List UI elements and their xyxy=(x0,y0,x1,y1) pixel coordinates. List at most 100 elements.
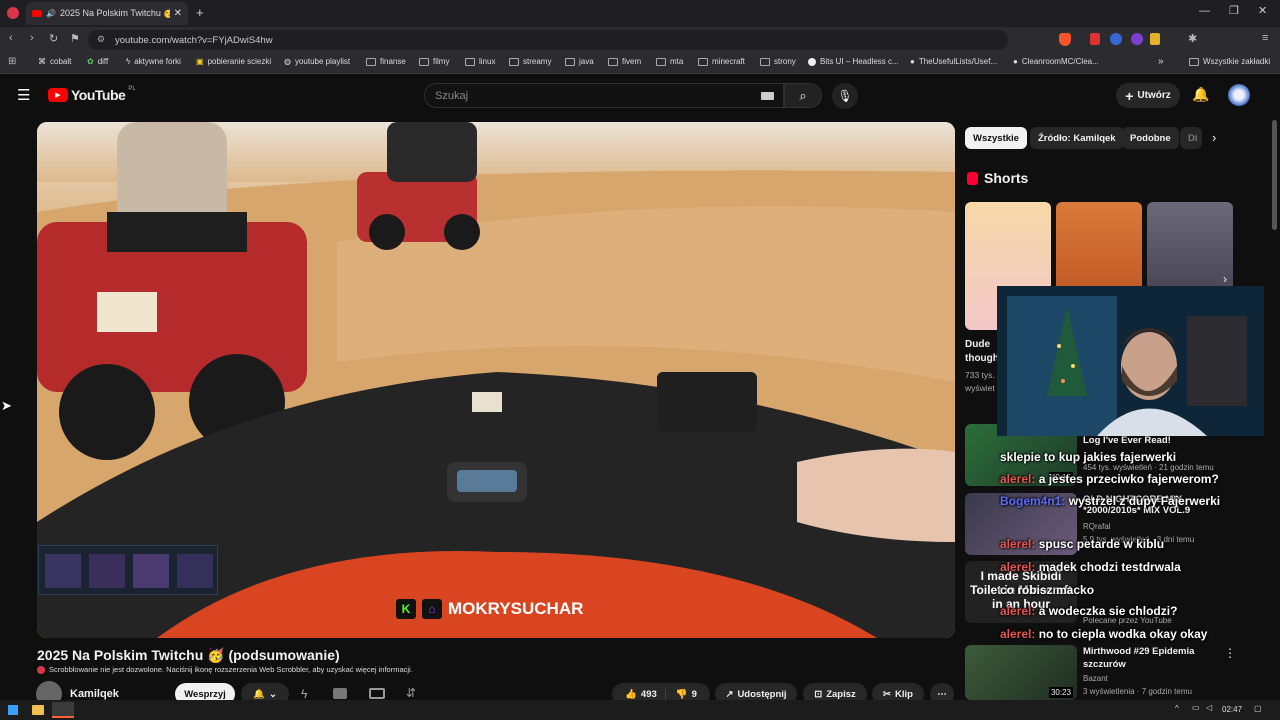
video-title-item[interactable]: Log I've Ever Read! xyxy=(1083,435,1223,446)
extensions-puzzle-icon[interactable]: ✱ xyxy=(1188,32,1197,45)
folder-icon xyxy=(509,57,519,66)
search-input[interactable]: Szukaj xyxy=(424,83,784,108)
address-bar[interactable]: ⚙ youtube.com/watch?v=FYjADwiS4hw xyxy=(88,30,1008,50)
bookmark-folder-mta[interactable]: mta xyxy=(656,57,683,66)
bookmark-folder-fivem[interactable]: fivem xyxy=(608,57,641,66)
bookmark-cleanroommc[interactable]: ● CleanroomMC/Clea... xyxy=(1013,57,1099,66)
extension-red-icon[interactable] xyxy=(1090,33,1100,45)
brave-shield-icon[interactable] xyxy=(1059,33,1071,46)
bookmark-folder-strony[interactable]: strony xyxy=(760,57,796,66)
chat-message: alerel: madek chodzi testdrwala xyxy=(1000,560,1181,574)
network-icon[interactable]: ▭ xyxy=(1192,703,1200,712)
audio-icon[interactable]: 🔊 xyxy=(46,9,56,18)
browser-taskbar-icon[interactable] xyxy=(52,702,74,718)
chat-message: alerel: a wodeczka sie chlodzi? xyxy=(1000,604,1178,618)
channel-name[interactable]: Kamilqek xyxy=(70,688,119,700)
back-icon[interactable]: ‹ xyxy=(9,32,13,44)
volume-icon[interactable]: ◁ xyxy=(1206,703,1212,712)
bookmarks-bar: ⊞ ⌘ cobalt ✿ diff ϟ aktywne forki ▣ pobieran… xyxy=(0,53,1280,74)
chip-related[interactable]: Podobne xyxy=(1122,127,1179,149)
bookmark-folder-linux[interactable]: linux xyxy=(465,57,495,66)
bookmark-icon[interactable]: ⚑ xyxy=(70,32,80,45)
bookmark-all-bookmarks[interactable]: Wszystkie zakładki xyxy=(1189,57,1270,66)
apps-grid-icon[interactable]: ⊞ xyxy=(8,56,16,67)
search-button[interactable]: ⌕ xyxy=(784,83,822,108)
bookmark-aktywne-forki[interactable]: ϟ aktywne forki xyxy=(126,57,181,66)
video-title: 2025 Na Polskim Twitchu 🥳 (podsumowanie) xyxy=(37,647,340,663)
forward-icon[interactable]: › xyxy=(30,32,34,44)
keyboard-icon[interactable] xyxy=(761,92,774,100)
create-button[interactable]: + Utwórz xyxy=(1116,83,1180,108)
tray-chevron-icon[interactable]: ^ xyxy=(1175,704,1179,713)
video-thumbnail[interactable]: 30:23 xyxy=(965,645,1077,700)
bookmark-folder-streamy[interactable]: streamy xyxy=(509,57,551,66)
extension-blue-icon[interactable] xyxy=(1110,33,1122,45)
like-button[interactable]: 👍 493 xyxy=(625,688,666,700)
streamer-tag: K ⌂ MOKRYSUCHAR xyxy=(396,599,583,619)
short-title[interactable]: Dude though xyxy=(965,338,999,366)
hamburger-menu-icon[interactable]: ☰ xyxy=(17,86,30,104)
extension-purple-icon[interactable] xyxy=(1131,33,1143,45)
bookmarks-overflow-icon[interactable]: » xyxy=(1158,56,1164,67)
image-icon[interactable] xyxy=(333,688,347,699)
bookmark-folder-minecraft[interactable]: minecraft xyxy=(698,57,745,66)
search-icon: ⌕ xyxy=(799,87,807,103)
new-tab-button[interactable]: + xyxy=(196,5,204,20)
scrobble-notice: Scrobblowanie nie jest dozwolone. Naciśn… xyxy=(37,665,413,674)
avatar[interactable] xyxy=(1228,84,1250,106)
mouse-cursor-icon: ➤ xyxy=(1,398,12,413)
bookmark-usefullists[interactable]: ● TheUsefulLists/Usef... xyxy=(910,57,997,66)
folder-icon xyxy=(419,57,429,66)
restore-button[interactable]: ❐ xyxy=(1229,4,1239,17)
notifications-icon[interactable]: ▢ xyxy=(1254,704,1262,713)
bookmark-pobieranie-sciezki[interactable]: ▣ pobieranie sciezki xyxy=(196,57,271,66)
extension-yellow-icon[interactable] xyxy=(1150,33,1160,45)
bookmark-youtube-playlist[interactable]: ◍ youtube playlist xyxy=(284,57,350,66)
chevron-right-icon[interactable]: › xyxy=(1212,130,1216,145)
bookmark-bits-ui[interactable]: Bits UI – Headless c... xyxy=(808,57,899,66)
file-explorer-icon[interactable] xyxy=(32,705,44,715)
github-icon: ● xyxy=(1013,57,1018,66)
minimize-button[interactable]: — xyxy=(1199,5,1210,17)
folder-icon xyxy=(698,57,708,66)
bookmark-folder-java[interactable]: java xyxy=(565,57,594,66)
folder-icon xyxy=(565,57,575,66)
dislike-button[interactable]: 👎 9 xyxy=(670,689,697,700)
facecam-frame xyxy=(997,286,1264,436)
video-title-item[interactable]: Mirthwood #29 Epidemia szczurów xyxy=(1083,645,1203,671)
chat-message: co robisz macko xyxy=(1000,583,1095,597)
video-channel: Bazant xyxy=(1083,674,1108,683)
bookmark-diff[interactable]: ✿ diff xyxy=(87,57,108,66)
page-scrollbar[interactable] xyxy=(1272,120,1277,230)
split-icon[interactable]: ⇵ xyxy=(406,686,416,700)
shorts-next-icon[interactable]: › xyxy=(1223,272,1227,286)
windows-start-icon[interactable] xyxy=(8,705,18,715)
bookmark-folder-finanse[interactable]: finanse xyxy=(366,57,406,66)
bookmark-cobalt[interactable]: ⌘ cobalt xyxy=(38,57,71,66)
screen-icon[interactable] xyxy=(369,688,385,699)
lightning-icon[interactable]: ϟ xyxy=(301,687,307,701)
cobalt-icon: ⌘ xyxy=(38,57,46,66)
scrobbler-icon xyxy=(37,665,45,674)
browser-logo-icon[interactable] xyxy=(7,7,19,19)
close-window-button[interactable]: ✕ xyxy=(1258,4,1267,17)
voice-search-button[interactable]: 🎙 xyxy=(832,83,858,109)
close-tab-icon[interactable]: ✕ xyxy=(174,8,182,19)
notifications-bell-icon[interactable]: 🔔 xyxy=(1192,86,1209,103)
url-text: youtube.com/watch?v=FYjADwiS4hw xyxy=(115,34,273,46)
chip-all[interactable]: Wszystkie xyxy=(965,127,1027,149)
more-options-icon[interactable]: ⋮ xyxy=(1224,646,1236,660)
reload-icon[interactable]: ↻ xyxy=(49,32,58,45)
folder-icon xyxy=(465,57,475,66)
browser-tab-bar: 🔊 2025 Na Polskim Twitchu 🥳 ✕ + — ❐ ✕ xyxy=(0,0,1280,27)
chip-source[interactable]: Źródło: Kamilqek xyxy=(1030,127,1124,149)
bookmark-folder-filmy[interactable]: filmy xyxy=(419,57,449,66)
site-settings-icon[interactable]: ⚙ xyxy=(97,34,105,45)
browser-tab[interactable]: 🔊 2025 Na Polskim Twitchu 🥳 ✕ xyxy=(26,2,188,25)
menu-icon[interactable]: ≡ xyxy=(1262,32,1268,44)
skin-slot xyxy=(133,554,169,588)
chip-more[interactable]: Di xyxy=(1180,127,1202,149)
youtube-logo[interactable]: ▶ YouTube PL xyxy=(48,86,136,103)
chevron-down-icon: ⌄ xyxy=(268,688,277,700)
clock[interactable]: 02:47 xyxy=(1222,705,1242,714)
